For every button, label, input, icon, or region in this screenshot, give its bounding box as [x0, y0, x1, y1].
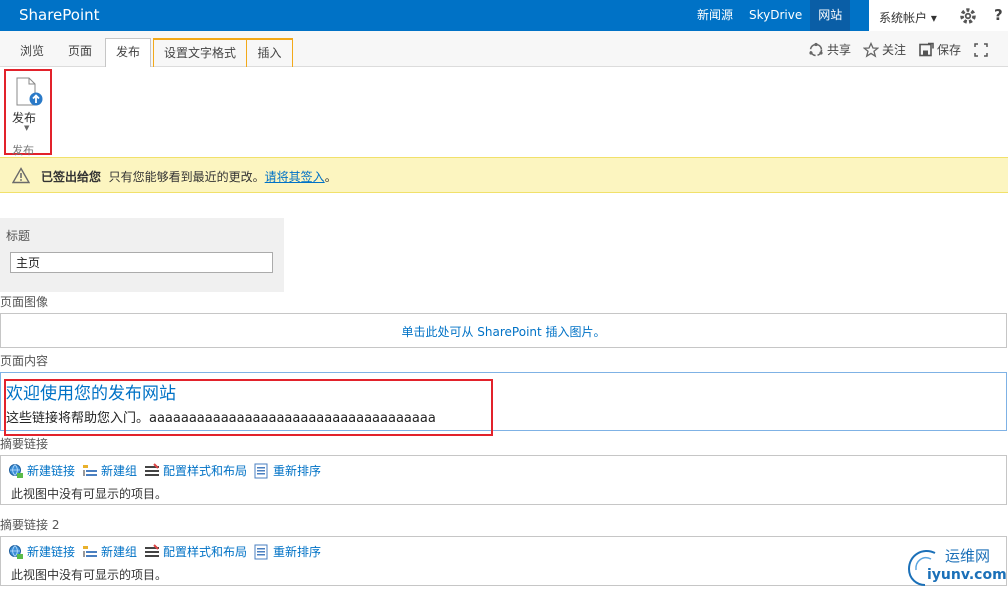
- layout-icon: [145, 543, 160, 557]
- new-group-label: 新建组: [101, 545, 138, 559]
- ribbon-body: 发布 ▼ 发布: [0, 67, 1008, 157]
- title-input[interactable]: [10, 252, 273, 273]
- layout-icon: [145, 462, 160, 476]
- warning-icon: [12, 167, 30, 184]
- share-button[interactable]: 共享: [808, 41, 851, 58]
- follow-button[interactable]: 关注: [863, 41, 906, 58]
- tab-format-text[interactable]: 设置文字格式: [153, 38, 247, 67]
- brand-logo[interactable]: SharePoint: [19, 6, 100, 24]
- globe-icon: [9, 544, 23, 559]
- check-in-link[interactable]: 请将其签入: [265, 170, 325, 184]
- empty-view-message: 此视图中没有可显示的项目。: [11, 487, 168, 501]
- save-icon: [919, 42, 934, 56]
- watermark-domain: iyunv.com: [927, 567, 1007, 583]
- reorder-button[interactable]: 重新排序: [254, 462, 321, 479]
- page-image-label: 页面图像: [0, 295, 49, 309]
- insert-image-link[interactable]: 单击此处可从 SharePoint 插入图片。: [1, 323, 1006, 340]
- new-group-button[interactable]: 新建组: [82, 462, 137, 479]
- summary-links-label: 摘要链接: [0, 437, 49, 451]
- tab-page[interactable]: 页面: [62, 38, 98, 67]
- globe-icon: [9, 463, 23, 478]
- status-title: 已签出给您: [41, 170, 102, 184]
- star-icon: [863, 41, 880, 58]
- tab-insert[interactable]: 插入: [246, 38, 293, 67]
- help-icon[interactable]: ?: [994, 6, 1003, 24]
- status-bar: 已签出给您 只有您能够看到最近的更改。请将其签入。: [0, 157, 1008, 193]
- configure-styles-label: 配置样式和布局: [163, 545, 248, 559]
- summary-links-webpart: 新建链接 新建组 配置样式和布局 重新排序 此视图中没有可显示的项目。: [0, 455, 1007, 505]
- page-image-box[interactable]: 单击此处可从 SharePoint 插入图片。: [0, 313, 1007, 348]
- reorder-icon: [254, 463, 268, 478]
- follow-label: 关注: [882, 43, 907, 57]
- reorder-label: 重新排序: [273, 464, 322, 478]
- configure-styles-button[interactable]: 配置样式和布局: [144, 462, 247, 479]
- list-icon: [83, 464, 98, 476]
- save-label: 保存: [937, 43, 962, 57]
- ribbon-actions: 共享 关注 保存: [808, 41, 989, 58]
- title-label: 标题: [6, 229, 31, 243]
- account-menu[interactable]: 系统帐户 ▾: [879, 9, 937, 26]
- reorder-icon: [254, 544, 268, 559]
- watermark: 运维网 iyunv.com: [905, 543, 1007, 591]
- account-area: 系统帐户 ▾ ?: [869, 0, 1008, 31]
- new-link-label: 新建链接: [27, 545, 76, 559]
- publish-document-icon: [16, 77, 43, 106]
- reorder-button[interactable]: 重新排序: [254, 543, 321, 560]
- page-content-label: 页面内容: [0, 354, 49, 368]
- new-group-button[interactable]: 新建组: [82, 543, 137, 560]
- suite-link-skydrive[interactable]: SkyDrive: [741, 0, 810, 31]
- empty-view-message: 此视图中没有可显示的项目。: [11, 568, 168, 582]
- watermark-text: 运维网: [945, 547, 991, 565]
- share-icon: [809, 42, 823, 56]
- suite-link-sites[interactable]: 网站: [810, 0, 851, 31]
- title-field-block: 标题: [0, 218, 284, 292]
- save-button[interactable]: 保存: [918, 41, 961, 58]
- new-link-label: 新建链接: [27, 464, 76, 478]
- gear-icon[interactable]: [958, 6, 978, 26]
- new-link-button[interactable]: 新建链接: [8, 543, 75, 560]
- status-body: 只有您能够看到最近的更改。: [108, 170, 265, 184]
- summary-links-2-label: 摘要链接 2: [0, 518, 60, 532]
- annotation-highlight: [4, 379, 493, 436]
- tab-browse[interactable]: 浏览: [14, 38, 50, 67]
- chevron-down-icon: ▼: [24, 124, 30, 132]
- status-tail: 。: [324, 170, 337, 184]
- configure-styles-label: 配置样式和布局: [163, 464, 248, 478]
- focus-button[interactable]: [973, 41, 989, 58]
- summary-links-2-webpart: 新建链接 新建组 配置样式和布局 重新排序 此视图中没有可显示的项目。: [0, 536, 1007, 586]
- publish-group[interactable]: 发布 ▼ 发布: [4, 69, 52, 157]
- configure-styles-button[interactable]: 配置样式和布局: [144, 543, 247, 560]
- ribbon-group-label: 发布: [12, 144, 34, 157]
- suite-bar: SharePoint 新闻源 SkyDrive 网站 系统帐户 ▾ ?: [0, 0, 1008, 31]
- focus-icon: [974, 42, 988, 57]
- new-group-label: 新建组: [101, 464, 138, 478]
- share-label: 共享: [827, 43, 852, 57]
- list-icon: [83, 545, 98, 557]
- status-message: 已签出给您 只有您能够看到最近的更改。请将其签入。: [41, 168, 337, 185]
- reorder-label: 重新排序: [273, 545, 322, 559]
- summary-links-2-toolbar: 新建链接 新建组 配置样式和布局 重新排序: [8, 543, 324, 560]
- new-link-button[interactable]: 新建链接: [8, 462, 75, 479]
- tab-publish[interactable]: 发布: [105, 38, 151, 68]
- summary-links-toolbar: 新建链接 新建组 配置样式和布局 重新排序: [8, 462, 324, 479]
- suite-links: 新闻源 SkyDrive 网站: [689, 0, 851, 31]
- suite-link-newsfeed[interactable]: 新闻源: [689, 0, 741, 31]
